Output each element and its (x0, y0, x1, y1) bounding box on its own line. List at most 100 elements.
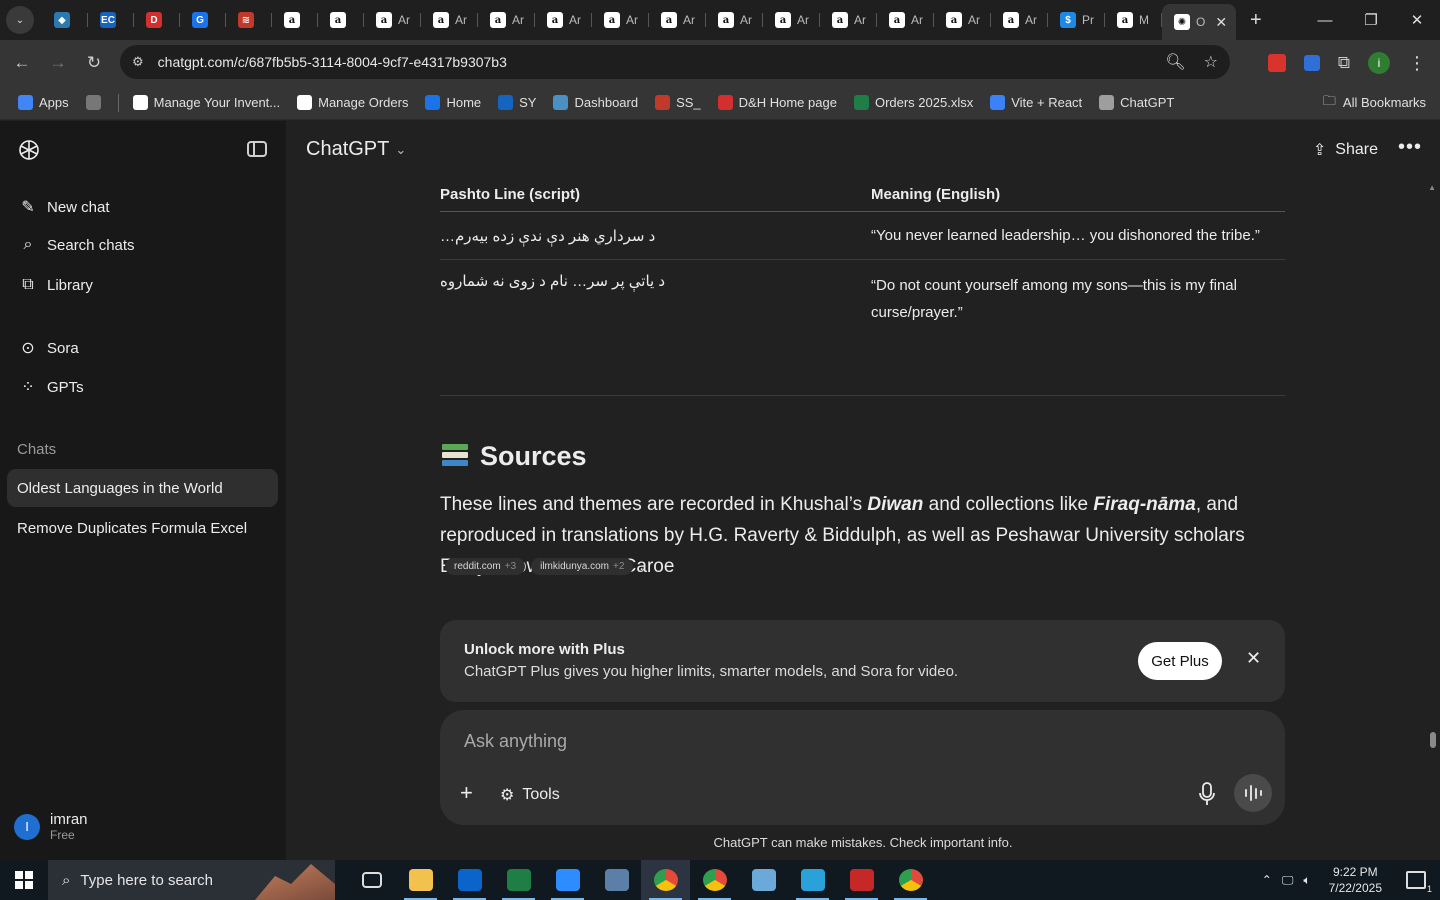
bookmark-item[interactable]: Orders 2025.xlsx (853, 95, 973, 110)
show-hidden-icons-icon[interactable]: ⌃ (1262, 873, 1272, 887)
add-attachment-icon[interactable]: + (460, 780, 473, 806)
chrome-icon[interactable] (690, 860, 739, 900)
address-bar[interactable]: ⚙ chatgpt.com/c/687fb5b5-3114-8004-9cf7-… (120, 45, 1230, 79)
tab[interactable]: EC (88, 4, 134, 36)
model-selector[interactable]: ChatGPT ⌄ (306, 138, 406, 161)
tab[interactable]: D (134, 4, 180, 36)
chrome-icon[interactable] (886, 860, 935, 900)
windows-start-icon[interactable] (0, 871, 48, 889)
voice-mode-button[interactable] (1234, 774, 1272, 812)
clock[interactable]: 9:22 PM 7/22/2025 (1329, 864, 1382, 896)
bookmark-item[interactable]: Manage Orders (297, 95, 408, 110)
search-chats-button[interactable]: ⌕ Search chats (18, 236, 135, 254)
library-button[interactable]: ⧉ Library (18, 276, 93, 294)
close-tab-icon[interactable]: ✕ (1215, 14, 1227, 31)
tab[interactable]: a Ar (421, 4, 478, 36)
tab[interactable]: a Ar (592, 4, 649, 36)
pdf-extension-icon[interactable] (1267, 54, 1286, 72)
tab[interactable]: $ Pr (1048, 4, 1105, 36)
tab-search-button[interactable]: ⌄ (6, 6, 34, 34)
bookmark-item[interactable]: SY (498, 95, 536, 110)
close-window-icon[interactable]: ✕ (1394, 0, 1440, 40)
network-icon[interactable]: 🖵︎ (1282, 873, 1294, 888)
bookmark-item[interactable]: Apps (18, 95, 69, 110)
tab[interactable]: a Ar (877, 4, 934, 36)
tab[interactable]: a Ar (478, 4, 535, 36)
openai-logo-icon[interactable] (17, 138, 41, 162)
site-settings-icon[interactable]: ⚙ (132, 54, 144, 70)
minimize-icon[interactable]: — (1302, 0, 1348, 40)
prompt-input[interactable]: Ask anything (464, 731, 567, 752)
browser-menu-icon[interactable]: ⋮ (1408, 53, 1426, 74)
all-bookmarks-folder[interactable]: 🗀 All Bookmarks (1323, 92, 1426, 114)
chat-item[interactable]: Remove Duplicates Formula Excel (7, 509, 278, 547)
tab[interactable]: a (318, 4, 364, 36)
back-icon[interactable]: ← (4, 53, 40, 73)
bookmark-item[interactable]: Home (425, 95, 481, 110)
tab[interactable]: a Ar (364, 4, 421, 36)
outlook-icon[interactable] (445, 860, 494, 900)
tab[interactable]: G (180, 4, 226, 36)
extensions-puzzle-icon[interactable]: ⧉ (1338, 53, 1350, 73)
new-tab-button[interactable]: + (1250, 9, 1262, 32)
sources-heading: Sources (442, 441, 587, 472)
tab[interactable]: a Ar (763, 4, 820, 36)
more-options-icon[interactable]: ••• (1398, 136, 1422, 159)
chrome-icon[interactable] (641, 860, 690, 900)
bookmark-item[interactable]: D&H Home page (717, 95, 837, 110)
chat-item-active[interactable]: Oldest Languages in the World (7, 469, 278, 507)
tab[interactable]: a Ar (706, 4, 763, 36)
excel-icon[interactable] (494, 860, 543, 900)
search-highlight-image (255, 864, 335, 900)
extension-icon[interactable] (1303, 55, 1320, 71)
zoom-icon[interactable]: 🔍︎ (1165, 52, 1185, 72)
close-sidebar-icon[interactable] (247, 141, 267, 157)
tab[interactable]: a Ar (649, 4, 706, 36)
tools-button[interactable]: ⚙ Tools (500, 785, 560, 805)
tab[interactable]: ≋ (226, 4, 272, 36)
tab[interactable]: a Ar (934, 4, 991, 36)
source-chip[interactable]: ilmkidunya.com +2 (531, 557, 634, 575)
bookmark-item[interactable]: Vite + React (990, 95, 1082, 110)
bookmark-item[interactable]: Manage Your Invent... (132, 95, 280, 110)
source-chip[interactable]: reddit.com +3 (445, 557, 526, 575)
new-chat-button[interactable]: ✎ New chat (18, 197, 109, 217)
restore-icon[interactable]: ❐ (1348, 0, 1394, 40)
volume-icon[interactable]: 🔈︎ (1303, 873, 1310, 888)
taskbar-search[interactable]: ⌕ Type here to search (48, 860, 335, 900)
bookmark-star-icon[interactable]: ☆ (1204, 52, 1218, 72)
reload-icon[interactable]: ↻ (76, 53, 112, 73)
bookmark-item[interactable]: SS_ (655, 95, 701, 110)
url-text[interactable]: chatgpt.com/c/687fb5b5-3114-8004-9cf7-e4… (158, 54, 507, 70)
microphone-icon[interactable] (1199, 782, 1215, 806)
scroll-up-arrow-icon[interactable]: ▲ (1428, 183, 1436, 192)
filezilla-icon[interactable] (837, 860, 886, 900)
tab[interactable]: a (272, 4, 318, 36)
task-view-icon[interactable] (347, 860, 396, 900)
tab[interactable]: a Ar (991, 4, 1048, 36)
tab[interactable]: ◆ (42, 4, 88, 36)
tab[interactable]: aM (1105, 4, 1162, 36)
sora-button[interactable]: ⊙ Sora (18, 338, 78, 358)
bookmark-item[interactable]: ChatGPT (1099, 95, 1174, 110)
tab-label: Ar (512, 13, 524, 27)
file-explorer-icon[interactable] (396, 860, 445, 900)
vscode-icon[interactable] (788, 860, 837, 900)
app-icon[interactable] (739, 860, 788, 900)
gpts-button[interactable]: ⁘ GPTs (18, 377, 83, 397)
profile-avatar-icon[interactable]: i (1368, 52, 1390, 74)
tab[interactable]: a Ar (535, 4, 592, 36)
bookmark-item[interactable]: Dashboard (553, 95, 638, 110)
user-menu[interactable]: I imran Free (14, 811, 88, 842)
notifications-icon[interactable]: 1 (1406, 871, 1432, 894)
calculator-icon[interactable] (592, 860, 641, 900)
share-button[interactable]: ⇪ Share (1313, 140, 1378, 160)
tab[interactable]: a Ar (820, 4, 877, 36)
scrollbar-thumb[interactable] (1430, 732, 1436, 748)
forward-icon[interactable]: → (40, 53, 76, 73)
close-icon[interactable]: ✕ (1246, 648, 1261, 669)
tab-active-chatgpt[interactable]: ✺ O ✕ (1162, 4, 1236, 40)
zoom-icon[interactable] (543, 860, 592, 900)
get-plus-button[interactable]: Get Plus (1138, 642, 1222, 680)
bookmark-item[interactable] (85, 95, 101, 110)
